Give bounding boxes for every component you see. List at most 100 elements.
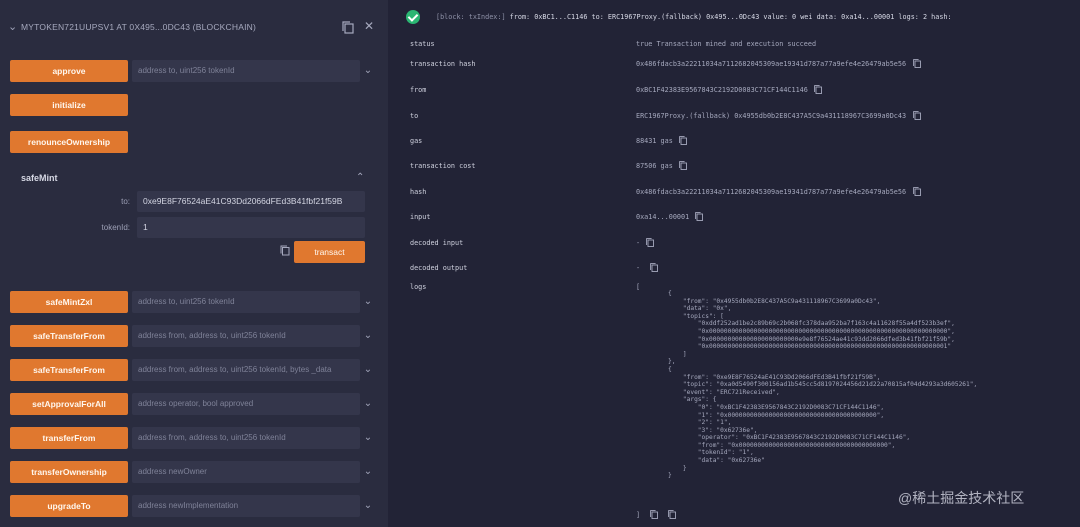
row-value: - <box>636 264 641 272</box>
safe-transfer-from-data-button[interactable]: safeTransferFrom <box>10 359 128 381</box>
transfer-ownership-button[interactable]: transferOwnership <box>10 461 128 483</box>
log-line: "tokenId": "1", <box>668 449 754 457</box>
log-line: "data": "0x62736e" <box>668 457 765 465</box>
watermark: @稀土掘金技术社区 <box>898 490 1025 506</box>
summary-details: from: 0xBC1...C1146 to: ERC1967Proxy.(fa… <box>509 13 952 21</box>
log-line: "data": "0x", <box>668 305 732 313</box>
log-line: "2": "1", <box>668 419 732 427</box>
renounce-ownership-button[interactable]: renounceOwnership <box>10 131 128 153</box>
safe-transfer-from-data-input[interactable]: address from, address to, uint256 tokenI… <box>132 359 360 381</box>
copy-icon[interactable] <box>650 510 658 519</box>
copy-icon[interactable] <box>280 245 290 256</box>
log-line: "topics": [ <box>668 312 724 320</box>
row-key: status <box>410 40 435 48</box>
row-key: gas <box>410 137 423 145</box>
logs-end: ] <box>636 511 641 519</box>
log-line: } <box>668 472 672 480</box>
safe-transfer-from-input[interactable]: address from, address to, uint256 tokenI… <box>132 325 360 347</box>
copy-icon[interactable] <box>646 238 655 247</box>
copy-icon[interactable] <box>912 59 921 68</box>
copy-icon[interactable] <box>695 212 704 221</box>
row-key: to <box>410 112 419 120</box>
chevron-down-icon[interactable]: ⌄ <box>8 20 18 34</box>
contract-title: MYTOKEN721UUPSV1 AT 0X495...0DC43 (BLOCK… <box>21 22 257 32</box>
log-line: "from": "0x4955db0b2E8C437A5C9a431118967… <box>668 297 881 305</box>
row-key: input <box>410 213 431 221</box>
set-approval-for-all-input[interactable]: address operator, bool approved <box>132 393 360 415</box>
copy-icon[interactable] <box>342 21 354 34</box>
log-line: } <box>668 464 687 472</box>
row-value: 0x486fdacb3a22211034a7112682045309ae1934… <box>636 188 907 196</box>
transfer-ownership-input[interactable]: address newOwner <box>132 461 360 483</box>
copy-icon[interactable] <box>668 510 676 519</box>
copy-icon[interactable] <box>679 136 687 145</box>
approve-input[interactable]: address to, uint256 tokenId <box>132 60 360 82</box>
left-panel: ⌄ MYTOKEN721UUPSV1 AT 0X495...0DC43 (BLO… <box>0 0 388 527</box>
row-value: true Transaction mined and execution suc… <box>636 40 817 48</box>
token-id-field[interactable]: 1 <box>137 217 365 238</box>
log-line: }, <box>668 358 676 366</box>
copy-icon[interactable] <box>912 187 921 196</box>
transaction-summary: [block: txIndex:] from: 0xBC1...C1146 to… <box>436 13 952 21</box>
log-line: "3": "0x62736e", <box>668 426 758 434</box>
chevron-down-icon[interactable]: ⌄ <box>360 427 376 449</box>
chevron-down-icon[interactable]: ⌄ <box>360 393 376 415</box>
row-key: transaction hash <box>410 60 476 68</box>
row-value: 87506 gas <box>636 162 673 170</box>
initialize-button[interactable]: initialize <box>10 94 128 116</box>
row-key: hash <box>410 188 427 196</box>
chevron-down-icon[interactable]: ⌄ <box>360 461 376 483</box>
to-field[interactable]: 0xe9E8F76524aE41C93Dd2066dFEd3B41fbf21f5… <box>137 191 365 212</box>
log-line: "0x0000000000000000000000000000000000000… <box>668 343 952 351</box>
chevron-down-icon[interactable]: ⌄ <box>360 291 376 313</box>
set-approval-for-all-button[interactable]: setApprovalForAll <box>10 393 128 415</box>
contract-header[interactable]: ⌄ MYTOKEN721UUPSV1 AT 0X495...0DC43 (BLO… <box>0 0 388 56</box>
row-value: [ <box>636 283 641 291</box>
logs-content: { "from": "0x4955db0b2E8C437A5C9a4311189… <box>668 290 977 480</box>
row-value: 0x486fdacb3a22211034a7112682045309ae1934… <box>636 60 907 68</box>
log-line: "1": "0x00000000000000000000000000000000… <box>668 411 885 419</box>
upgrade-to-input[interactable]: address newImplementation <box>132 495 360 517</box>
row-key: logs <box>410 283 427 291</box>
copy-icon[interactable] <box>814 85 823 94</box>
terminal-panel: [block: txIndex:] from: 0xBC1...C1146 to… <box>388 0 1080 527</box>
row-value: - <box>636 239 641 247</box>
log-line: "topic": "0xa0d5490f300156ad1b545cc5d819… <box>668 381 978 389</box>
log-line: "0": "0xBC1F42383E9567843C2192D0083C71CF… <box>668 403 885 411</box>
safe-mint-zxl-button[interactable]: safeMintZxl <box>10 291 128 313</box>
chevron-down-icon[interactable]: ⌄ <box>360 325 376 347</box>
row-value: 88431 gas <box>636 137 673 145</box>
log-line: "0x0000000000000000000000000000000000000… <box>668 327 955 335</box>
safe-transfer-from-button[interactable]: safeTransferFrom <box>10 325 128 347</box>
upgrade-to-button[interactable]: upgradeTo <box>10 495 128 517</box>
function-row-renounce-ownership: renounceOwnership <box>10 131 376 153</box>
success-check-icon <box>406 10 420 24</box>
approve-button[interactable]: approve <box>10 60 128 82</box>
chevron-up-icon[interactable]: ⌃ <box>356 172 364 183</box>
function-row-safe-transfer-from-data: safeTransferFrom address from, address t… <box>10 359 376 381</box>
transaction-summary-bar[interactable]: [block: txIndex:] from: 0xBC1...C1146 to… <box>388 0 1080 34</box>
close-icon[interactable]: ✕ <box>364 19 374 33</box>
chevron-down-icon[interactable]: ⌄ <box>360 495 376 517</box>
row-key: transaction cost <box>410 162 476 170</box>
transact-button[interactable]: transact <box>294 241 365 263</box>
copy-icon[interactable] <box>679 161 687 170</box>
log-line: { <box>668 290 672 297</box>
log-line: "event": "ERC721Received", <box>668 388 780 396</box>
row-key: decoded output <box>410 264 468 272</box>
log-line: "0x000000000000000000000000e9e8f76524ae4… <box>668 335 955 343</box>
function-row-set-approval-for-all: setApprovalForAll address operator, bool… <box>10 393 376 415</box>
log-line: "from": "0x00000000000000000000000000000… <box>668 441 896 449</box>
function-row-safe-transfer-from: safeTransferFrom address from, address t… <box>10 325 376 347</box>
function-row-upgrade-to: upgradeTo address newImplementation ⌄ <box>10 495 376 517</box>
chevron-down-icon[interactable]: ⌄ <box>360 60 376 82</box>
safe-mint-title: safeMint <box>21 173 58 183</box>
copy-icon[interactable] <box>650 263 659 272</box>
copy-icon[interactable] <box>912 111 921 120</box>
function-row-approve: approve address to, uint256 tokenId ⌄ <box>10 60 376 82</box>
safe-mint-zxl-input[interactable]: address to, uint256 tokenId <box>132 291 360 313</box>
transfer-from-input[interactable]: address from, address to, uint256 tokenI… <box>132 427 360 449</box>
chevron-down-icon[interactable]: ⌄ <box>360 359 376 381</box>
log-line: ] <box>668 350 687 358</box>
transfer-from-button[interactable]: transferFrom <box>10 427 128 449</box>
